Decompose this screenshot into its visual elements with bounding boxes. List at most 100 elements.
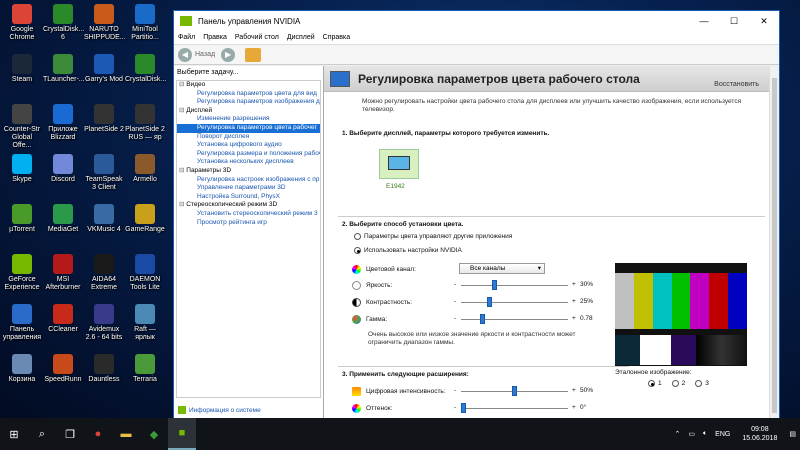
reference-option[interactable]: 3 xyxy=(695,380,709,387)
menu-item[interactable]: Справка xyxy=(323,34,350,41)
desktop-shortcut[interactable]: SpeedRunn xyxy=(43,354,83,384)
task-view-icon[interactable]: ❐ xyxy=(56,418,84,450)
volume-icon[interactable]: 🔈︎ xyxy=(703,430,707,438)
desktop-shortcut[interactable]: Панель управления xyxy=(2,304,42,342)
tree-item[interactable]: Изменение разрешения xyxy=(177,115,320,124)
desktop-shortcut[interactable]: Steam xyxy=(2,54,42,84)
tree-category[interactable]: Видео xyxy=(177,81,320,90)
desktop-shortcut[interactable]: Google Chrome xyxy=(2,4,42,42)
tree-item[interactable]: Регулировка настроек изображения с пр xyxy=(177,176,320,185)
hue-slider[interactable] xyxy=(461,403,568,413)
desktop-shortcut[interactable]: AIDA64 Extreme xyxy=(84,254,124,292)
desktop-shortcut[interactable]: µTorrent xyxy=(2,204,42,234)
slider-thumb[interactable] xyxy=(480,314,485,324)
desktop-shortcut[interactable]: VKMusic 4 xyxy=(84,204,124,234)
desktop-shortcut[interactable]: CCleaner xyxy=(43,304,83,334)
menu-item[interactable]: Дисплей xyxy=(287,34,315,41)
language-indicator[interactable]: ENG xyxy=(715,431,730,438)
home-icon[interactable] xyxy=(245,47,262,62)
app-taskbar-icon[interactable]: ◆ xyxy=(140,418,168,450)
reference-option[interactable]: 1 xyxy=(648,380,662,387)
system-info-link[interactable]: Информация о системе xyxy=(178,406,261,414)
desktop-shortcut[interactable]: MiniTool Partitio... xyxy=(125,4,165,42)
search-icon[interactable]: ⌕ xyxy=(28,418,56,450)
tree-item[interactable]: Регулировка параметров цвета рабочег xyxy=(177,123,320,133)
desktop-shortcut[interactable]: GeForce Experience xyxy=(2,254,42,292)
tree-item[interactable]: Установка цифрового аудио xyxy=(177,141,320,150)
reference-option[interactable]: 2 xyxy=(671,380,685,387)
desktop-shortcut[interactable]: Discord xyxy=(43,154,83,184)
slider-thumb[interactable] xyxy=(461,403,466,413)
desktop-shortcut[interactable]: NARUTO SHIPPUDE... xyxy=(84,4,126,42)
desktop-shortcut[interactable]: Skype xyxy=(2,154,42,184)
slider-thumb[interactable] xyxy=(512,386,517,396)
desktop-shortcut[interactable]: Terraria xyxy=(125,354,165,384)
tree-category[interactable]: Параметры 3D xyxy=(177,167,320,176)
desktop-shortcut[interactable]: PlanetSide 2 xyxy=(84,104,124,134)
maximize-button[interactable]: ☐ xyxy=(719,11,749,31)
vibrance-slider[interactable] xyxy=(461,386,568,396)
network-icon[interactable]: ▭ xyxy=(688,430,695,438)
slider-thumb[interactable] xyxy=(487,297,492,307)
close-button[interactable]: ✕ xyxy=(749,11,779,31)
desktop-shortcut[interactable]: Приложе Blizzard xyxy=(43,104,83,142)
menu-item[interactable]: Правка xyxy=(203,34,227,41)
desktop-shortcut[interactable]: Avidemux 2.6 - 64 bits xyxy=(84,304,124,342)
desktop-shortcut[interactable]: DAEMON Tools Lite xyxy=(125,254,165,292)
desktop-shortcut[interactable]: Dauntless xyxy=(84,354,124,384)
clock[interactable]: 09:08 15.06.2018 xyxy=(742,425,777,443)
restore-link[interactable]: Восстановить xyxy=(714,81,759,88)
chrome-taskbar-icon[interactable]: ● xyxy=(84,418,112,450)
file-explorer-icon[interactable]: ▬ xyxy=(112,418,140,450)
color-channel-dropdown[interactable]: Все каналы xyxy=(459,263,545,274)
desktop-shortcut[interactable]: TeamSpeak 3 Client xyxy=(84,154,124,192)
title-bar[interactable]: Панель управления NVIDIA — ☐ ✕ xyxy=(174,11,779,31)
notifications-icon[interactable]: ▤ xyxy=(789,430,796,438)
start-button[interactable]: ⊞ xyxy=(0,418,28,450)
menu-item[interactable]: Файл xyxy=(178,34,195,41)
desktop-shortcut[interactable]: TLauncher-... xyxy=(43,54,85,84)
back-icon[interactable]: ◀ xyxy=(178,47,192,62)
gamma-slider[interactable] xyxy=(461,314,568,324)
desktop-shortcut[interactable]: Armello xyxy=(125,154,165,184)
radio-nvidia-settings[interactable]: Использовать настройки NVIDIA xyxy=(354,247,462,254)
nvidia-taskbar-icon[interactable]: ■ xyxy=(168,418,196,450)
tree-item[interactable]: Установить стереоскопический режим 3 xyxy=(177,210,320,219)
forward-icon[interactable]: ▶ xyxy=(221,47,236,62)
desktop-shortcut[interactable]: MediaGet xyxy=(43,204,83,234)
brightness-slider[interactable] xyxy=(461,280,568,290)
tray-chevron-icon[interactable]: ⌃ xyxy=(674,430,680,438)
menu-item[interactable]: Рабочий стол xyxy=(235,34,279,41)
tree-item[interactable]: Поворот дисплея xyxy=(177,133,320,142)
desktop-shortcut[interactable]: Корзина xyxy=(2,354,42,384)
tree-category[interactable]: Дисплей xyxy=(177,107,320,116)
desktop-shortcut[interactable]: Raft — ярлык xyxy=(125,304,165,342)
tree-item[interactable]: Настройка Surround, PhysX xyxy=(177,193,320,202)
desktop-shortcut[interactable]: PlanetSide 2 RUS — яр xyxy=(125,104,165,142)
desktop-shortcut[interactable]: Counter-Str Global Offe... xyxy=(2,104,42,150)
tree-item[interactable]: Установка нескольких дисплеев xyxy=(177,158,320,167)
tree-item[interactable]: Регулировка параметров цвета для вид xyxy=(177,90,320,99)
back-button[interactable]: Назад xyxy=(195,51,215,58)
tree-item[interactable]: Регулировка параметров изображения д xyxy=(177,98,320,107)
tree-item[interactable]: Управление параметрами 3D xyxy=(177,184,320,193)
contrast-slider[interactable] xyxy=(461,297,568,307)
desktop-shortcut[interactable]: Garry's Mod xyxy=(84,54,124,84)
desktop-shortcut[interactable]: CrystalDisk... 6 xyxy=(43,4,84,42)
tree-item[interactable]: Просмотр рейтинга игр xyxy=(177,219,320,228)
radio-circle xyxy=(648,380,655,387)
tree-item[interactable]: Регулировка размера и положения рабоч xyxy=(177,150,320,159)
radio-other-apps[interactable]: Параметры цвета управляют другие приложе… xyxy=(354,233,512,240)
desktop-shortcut[interactable]: GameRange xyxy=(125,204,165,234)
tree-category[interactable]: Стереоскопический режим 3D xyxy=(177,201,320,210)
display-selector[interactable] xyxy=(379,149,419,179)
desktop-shortcut-label: DAEMON Tools Lite xyxy=(129,276,161,291)
minimize-button[interactable]: — xyxy=(689,11,719,31)
scrollbar-thumb[interactable] xyxy=(772,78,777,413)
desktop-shortcut[interactable]: CrystalDisk... xyxy=(125,54,166,84)
scrollbar[interactable] xyxy=(769,66,779,418)
toolbar: ◀ Назад ▶ xyxy=(174,45,779,65)
desktop-shortcut-label: PlanetSide 2 RUS — яр xyxy=(125,126,165,141)
desktop-shortcut[interactable]: MSI Afterburner xyxy=(43,254,83,292)
slider-thumb[interactable] xyxy=(492,280,497,290)
